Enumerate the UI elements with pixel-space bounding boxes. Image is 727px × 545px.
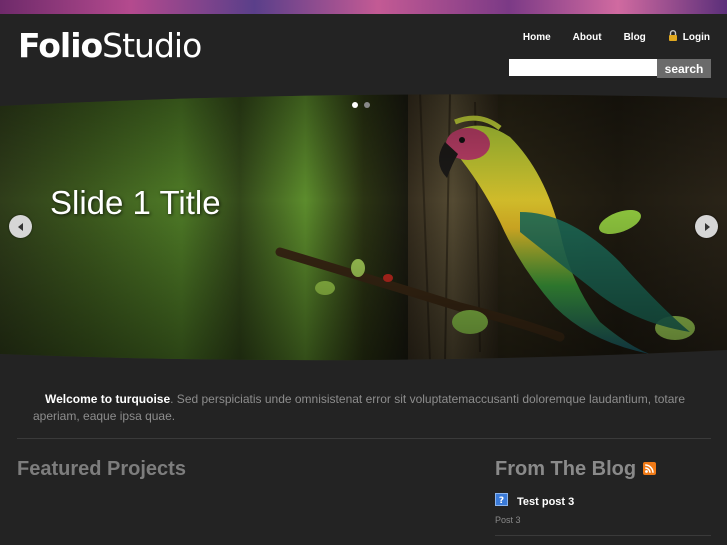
- rss-icon[interactable]: [643, 458, 657, 481]
- nav-home-link[interactable]: Home: [523, 32, 551, 43]
- welcome-text: Welcome to turquoise. Sed perspiciatis u…: [33, 391, 693, 425]
- slide-dot-1[interactable]: [352, 102, 358, 108]
- site-logo[interactable]: FolioStudio: [18, 26, 202, 65]
- slide-pagination: [352, 102, 370, 108]
- post-subtitle: Post 3: [495, 515, 521, 525]
- lock-icon: [668, 30, 678, 44]
- section-divider: [17, 438, 711, 439]
- nav-about-link[interactable]: About: [573, 32, 602, 43]
- nav-login-link[interactable]: Login: [668, 30, 710, 44]
- nav-blog-link[interactable]: Blog: [624, 32, 646, 43]
- search-button[interactable]: search: [657, 59, 711, 78]
- prev-slide-button[interactable]: [9, 215, 32, 238]
- slide-title: Slide 1 Title: [50, 184, 221, 221]
- search-form: search: [509, 59, 711, 78]
- slide-dot-2[interactable]: [364, 102, 370, 108]
- svg-text:?: ?: [499, 496, 504, 506]
- logo-bold-text: Folio: [18, 26, 103, 65]
- hero-slider: Slide 1 Title: [0, 92, 727, 362]
- search-input[interactable]: [509, 59, 657, 76]
- blog-heading-text: From The Blog: [495, 458, 637, 480]
- welcome-strong: Welcome to turquoise: [45, 392, 171, 406]
- main-nav: Home About Blog Login: [501, 30, 710, 44]
- chevron-left-icon: [17, 222, 23, 231]
- post-divider: [495, 535, 711, 536]
- post-calendar-icon: ?: [495, 493, 508, 511]
- chevron-right-icon: [704, 222, 710, 231]
- top-decorative-strip: [0, 0, 727, 14]
- blog-heading: From The Blog: [495, 458, 657, 481]
- featured-projects-heading: Featured Projects: [17, 458, 186, 480]
- post-title[interactable]: Test post 3: [517, 496, 574, 508]
- next-slide-button[interactable]: [695, 215, 718, 238]
- site-header: FolioStudio Home About Blog Login search: [0, 14, 727, 92]
- logo-light-text: Studio: [102, 26, 202, 65]
- slide-image: [0, 92, 727, 362]
- blog-post-item[interactable]: ? Test post 3: [495, 493, 574, 511]
- nav-login-label: Login: [682, 31, 710, 43]
